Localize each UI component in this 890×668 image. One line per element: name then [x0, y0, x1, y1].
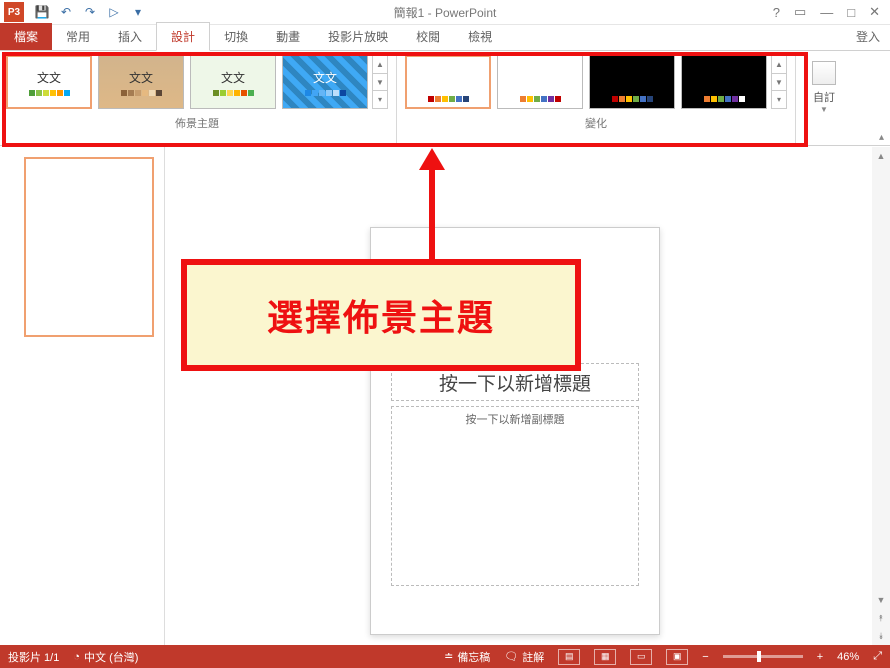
slide-thumbnail-1[interactable]: [24, 157, 154, 337]
quick-access-toolbar: 💾 ↶ ↷ ▷ ▾: [34, 4, 146, 20]
redo-icon[interactable]: ↷: [82, 4, 98, 20]
tab-transitions[interactable]: 切換: [210, 23, 262, 50]
subtitle-placeholder[interactable]: 按一下以新增副標題: [391, 406, 639, 586]
theme-option-4[interactable]: 文文: [282, 55, 368, 109]
tab-insert[interactable]: 插入: [104, 23, 156, 50]
comments-button[interactable]: 🗨 註解: [504, 649, 544, 665]
comments-label: 註解: [522, 649, 544, 665]
variants-scroll-up-icon[interactable]: ▲: [772, 56, 786, 74]
prev-slide-icon[interactable]: ⯭: [872, 609, 890, 627]
variants-group-caption: 變化: [585, 115, 607, 131]
theme-thumb-text: 文文: [313, 69, 337, 86]
save-icon[interactable]: 💾: [34, 4, 50, 20]
ribbon-separator-2: [795, 55, 796, 145]
notes-icon: ≐: [444, 650, 453, 663]
scroll-down-icon[interactable]: ▼: [872, 591, 890, 609]
themes-gallery-spinner: ▲ ▼ ▾: [372, 55, 388, 109]
powerpoint-icon: P3: [4, 2, 24, 22]
vertical-scrollbar[interactable]: ▲ ▼ ⯭ ⯯: [872, 147, 890, 645]
sorter-view-button[interactable]: ▦: [594, 649, 616, 665]
normal-view-button[interactable]: ▤: [558, 649, 580, 665]
customize-icon: [812, 61, 836, 85]
variant-color-stripes: [428, 96, 469, 102]
variant-color-stripes: [612, 96, 653, 102]
variant-option-1[interactable]: [405, 55, 491, 109]
theme-option-3[interactable]: 文文: [190, 55, 276, 109]
variants-scroll-down-icon[interactable]: ▼: [772, 74, 786, 92]
collapse-ribbon-icon[interactable]: ▴: [879, 132, 884, 143]
theme-option-2[interactable]: 文文: [98, 55, 184, 109]
variants-expand-icon[interactable]: ▾: [772, 91, 786, 108]
window-controls: ? ▭ — □ ✕: [773, 4, 890, 20]
reading-view-button[interactable]: ▭: [630, 649, 652, 665]
zoom-value[interactable]: 46%: [837, 651, 859, 663]
ribbon-separator: [396, 55, 397, 145]
tab-view[interactable]: 檢視: [454, 23, 506, 50]
status-bar: 投影片 1/1 ◔ 中文 (台灣) ≐ 備忘稿 🗨 註解 ▤ ▦ ▭ ▣ − +…: [0, 645, 890, 668]
zoom-in-button[interactable]: +: [817, 651, 823, 663]
theme-color-stripes: [305, 90, 346, 96]
variant-option-3[interactable]: [589, 55, 675, 109]
themes-group-caption: 佈景主題: [175, 115, 219, 131]
slide-thumbnail-panel: 1: [0, 147, 165, 645]
workspace: 1 按一下以新增標題 按一下以新增副標題 ▲ ▼ ⯭ ⯯: [0, 147, 890, 645]
variants-gallery: ▲ ▼ ▾ 變化: [405, 55, 787, 145]
language-label: 中文 (台灣): [84, 649, 138, 665]
restore-icon[interactable]: □: [847, 5, 855, 20]
tab-file[interactable]: 檔案: [0, 23, 52, 50]
ribbon-design: 文文 文文 文文 文文 ▲ ▼ ▾ 佈景主題 ▲ ▼ ▾ 變化 自訂 ▼ ▴: [0, 51, 890, 146]
theme-thumb-text: 文文: [37, 69, 61, 86]
theme-option-1[interactable]: 文文: [6, 55, 92, 109]
variant-option-2[interactable]: [497, 55, 583, 109]
tab-review[interactable]: 校閱: [402, 23, 454, 50]
tab-home[interactable]: 常用: [52, 23, 104, 50]
themes-expand-icon[interactable]: ▾: [373, 91, 387, 108]
zoom-out-button[interactable]: −: [702, 651, 708, 663]
themes-scroll-up-icon[interactable]: ▲: [373, 56, 387, 74]
zoom-slider[interactable]: [723, 655, 803, 658]
slide-edit-area[interactable]: 按一下以新增標題 按一下以新增副標題: [165, 147, 872, 645]
notes-button[interactable]: ≐ 備忘稿: [444, 649, 490, 665]
undo-icon[interactable]: ↶: [58, 4, 74, 20]
ribbon-tabs: 檔案 常用 插入 設計 切換 動畫 投影片放映 校閱 檢視 登入: [0, 25, 890, 51]
next-slide-icon[interactable]: ⯯: [872, 627, 890, 645]
slide-counter[interactable]: 投影片 1/1: [8, 649, 59, 665]
variant-option-4[interactable]: [681, 55, 767, 109]
themes-gallery: 文文 文文 文文 文文 ▲ ▼ ▾ 佈景主題: [6, 55, 388, 145]
comments-icon: 🗨: [504, 650, 518, 663]
notes-label: 備忘稿: [457, 649, 490, 665]
variant-color-stripes: [704, 96, 745, 102]
minimize-icon[interactable]: —: [820, 5, 833, 20]
help-icon[interactable]: ?: [773, 5, 780, 20]
theme-color-stripes: [121, 90, 162, 96]
tab-slideshow[interactable]: 投影片放映: [314, 23, 402, 50]
annotation-callout: 選擇佈景主題: [181, 259, 581, 371]
customize-button[interactable]: 自訂 ▼: [804, 55, 844, 145]
theme-color-stripes: [213, 90, 254, 96]
close-icon[interactable]: ✕: [869, 4, 880, 20]
variant-color-stripes: [520, 96, 561, 102]
tab-design[interactable]: 設計: [156, 22, 210, 51]
ribbon-display-options-icon[interactable]: ▭: [794, 4, 806, 20]
language-icon: ◔: [73, 651, 80, 663]
title-bar: P3 💾 ↶ ↷ ▷ ▾ 簡報1 - PowerPoint ? ▭ — □ ✕: [0, 0, 890, 25]
customize-label: 自訂: [813, 89, 835, 105]
slideshow-view-button[interactable]: ▣: [666, 649, 688, 665]
chevron-down-icon: ▼: [820, 105, 828, 114]
scroll-up-icon[interactable]: ▲: [872, 147, 890, 165]
theme-thumb-text: 文文: [129, 69, 153, 86]
variants-gallery-spinner: ▲ ▼ ▾: [771, 55, 787, 109]
fit-to-window-button[interactable]: ⤢: [873, 650, 882, 663]
sign-in-link[interactable]: 登入: [846, 23, 890, 50]
start-slideshow-icon[interactable]: ▷: [106, 4, 122, 20]
theme-color-stripes: [29, 90, 70, 96]
tab-animations[interactable]: 動畫: [262, 23, 314, 50]
themes-scroll-down-icon[interactable]: ▼: [373, 74, 387, 92]
language-button[interactable]: ◔ 中文 (台灣): [73, 649, 138, 665]
theme-thumb-text: 文文: [221, 69, 245, 86]
qat-more-icon[interactable]: ▾: [130, 4, 146, 20]
